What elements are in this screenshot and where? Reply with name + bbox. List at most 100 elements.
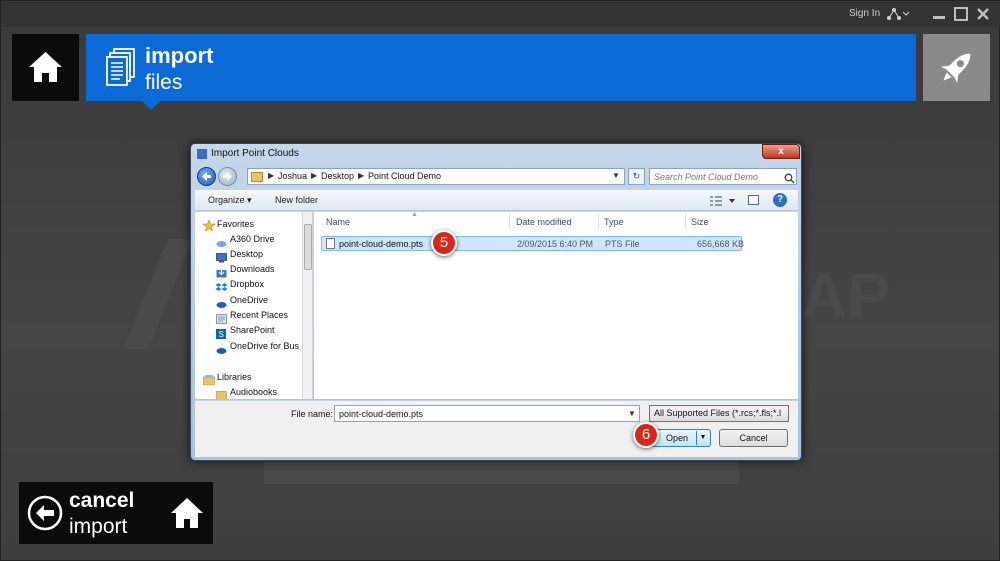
background-logo-icon (123, 239, 193, 349)
address-dropdown-icon[interactable]: ▼ (612, 171, 620, 180)
file-name-label: File name: (291, 409, 334, 419)
file-type-select[interactable]: All Supported Files (*.rcs;*.fls;*.l (649, 405, 789, 422)
cloud-drive-icon (216, 235, 227, 247)
file-name-dropdown-icon[interactable]: ▼ (628, 409, 636, 418)
sign-in-link[interactable]: Sign In (849, 8, 880, 19)
nav-scrollbar-thumb[interactable] (304, 224, 312, 270)
navigation-pane: Favorites A360 Drive Desktop Downloads D… (195, 212, 313, 399)
forward-arrow-icon (223, 172, 232, 181)
column-divider[interactable] (598, 214, 599, 230)
refresh-button[interactable]: ↻ (628, 168, 645, 185)
file-date: 2/09/2015 6:40 PM (517, 239, 594, 249)
page-subtitle: files (145, 71, 183, 94)
title-bar: Sign In (1, 1, 1000, 27)
star-icon (202, 218, 216, 232)
cancel-subtitle: import (69, 515, 128, 538)
onedrive-icon (216, 296, 227, 308)
file-icon (326, 238, 335, 249)
file-type-value: All Supported Files (*.rcs;*.fls;*.l (654, 408, 782, 418)
breadcrumb-separator: ▶ (268, 171, 275, 180)
header-banner: import files (86, 34, 916, 101)
open-options-dropdown-icon[interactable]: ▼ (696, 431, 709, 445)
home-button[interactable] (12, 34, 79, 101)
launch-button[interactable] (923, 34, 990, 101)
dialog-cancel-button[interactable]: Cancel (719, 429, 788, 447)
open-button-label: Open (666, 433, 689, 443)
help-icon[interactable]: ? (773, 193, 787, 207)
nav-item-sharepoint[interactable]: SharePoint (230, 325, 275, 335)
dialog-app-icon (197, 149, 207, 159)
breadcrumb-joshua[interactable]: Joshua (278, 171, 307, 181)
nav-favorites[interactable]: Favorites (217, 219, 254, 229)
home-icon (29, 52, 62, 82)
column-header-size[interactable]: Size (691, 217, 709, 227)
maximize-icon[interactable] (953, 6, 969, 22)
forward-button[interactable] (218, 167, 237, 186)
file-type: PTS File (605, 239, 640, 249)
column-divider[interactable] (685, 214, 686, 230)
nav-item-dropbox[interactable]: Dropbox (230, 279, 264, 289)
file-name: point-cloud-demo.pts (339, 239, 424, 249)
back-button[interactable] (197, 167, 216, 186)
nav-item-audiobooks[interactable]: Audiobooks (230, 387, 277, 397)
nav-scrollbar[interactable] (302, 212, 312, 399)
change-view-icon[interactable] (709, 194, 737, 206)
sharepoint-icon: S (216, 326, 227, 339)
desktop-icon (216, 250, 227, 263)
cancel-title: cancel (69, 489, 135, 512)
rocket-icon (940, 53, 971, 84)
file-size: 656,668 KB (697, 239, 745, 249)
nav-item-downloads[interactable]: Downloads (230, 264, 275, 274)
nav-item-a360-drive[interactable]: A360 Drive (230, 234, 275, 244)
dialog-title: Import Point Clouds (211, 148, 299, 159)
column-header-type[interactable]: Type (604, 217, 624, 227)
minimize-icon[interactable] (931, 6, 947, 22)
column-header-name[interactable]: Name (326, 217, 350, 227)
home-icon (169, 495, 205, 531)
recent-places-icon (216, 311, 227, 324)
dialog-toolbar: Organize ▾ New folder ? (195, 190, 798, 211)
nav-item-onedrive[interactable]: OneDrive (230, 295, 268, 305)
background-panel (264, 459, 739, 484)
dialog-footer: File name: ▼ All Supported Files (*.rcs;… (195, 400, 798, 457)
dropbox-icon (215, 280, 228, 291)
step-6-callout: 6 (633, 422, 659, 448)
app-window: Sign In import files AP cancel import Im… (0, 0, 1000, 561)
file-name-field[interactable] (334, 405, 640, 422)
downloads-icon (216, 265, 227, 278)
search-box[interactable] (649, 168, 797, 185)
back-arrow-icon (27, 495, 63, 531)
network-dropdown-icon[interactable] (885, 7, 910, 21)
audiobooks-icon (216, 388, 227, 399)
folder-icon (251, 172, 263, 182)
banner-pointer (142, 101, 160, 110)
file-list: ▲ Name Date modified Type Size point-clo… (314, 211, 798, 399)
breadcrumb-desktop[interactable]: Desktop (321, 171, 354, 181)
background-logo-text: AP (801, 260, 890, 332)
onedrive-business-icon (216, 342, 227, 354)
nav-libraries[interactable]: Libraries (217, 372, 252, 382)
nav-item-onedrive-business[interactable]: OneDrive for Bus (230, 341, 299, 351)
files-icon (105, 48, 136, 86)
search-icon[interactable] (784, 171, 795, 184)
dialog-close-button[interactable]: x (762, 144, 800, 159)
search-input[interactable] (654, 171, 780, 183)
address-bar[interactable]: ▶ Joshua ▶ Desktop ▶ Point Cloud Demo ▼ (247, 168, 625, 185)
breadcrumb-separator: ▶ (358, 171, 365, 180)
back-arrow-icon (202, 172, 211, 181)
step-5-callout: 5 (431, 230, 457, 256)
column-divider[interactable] (509, 214, 510, 230)
breadcrumb-point-cloud-demo[interactable]: Point Cloud Demo (368, 171, 441, 181)
nav-item-recent-places[interactable]: Recent Places (230, 310, 288, 320)
file-row[interactable]: point-cloud-demo.pts 2/09/2015 6:40 PM P… (321, 236, 745, 251)
column-header-date[interactable]: Date modified (516, 217, 572, 227)
import-dialog: Import Point Clouds x ▶ Joshua ▶ Desktop… (190, 143, 802, 461)
cancel-import-button[interactable]: cancel import (19, 482, 213, 544)
organize-button[interactable]: Organize ▾ (208, 195, 252, 206)
nav-item-desktop[interactable]: Desktop (230, 249, 263, 259)
page-title: import (145, 43, 214, 68)
new-folder-button[interactable]: New folder (275, 195, 318, 205)
breadcrumb-separator: ▶ (311, 171, 318, 180)
close-icon[interactable] (975, 6, 991, 22)
preview-pane-icon[interactable] (748, 195, 759, 205)
